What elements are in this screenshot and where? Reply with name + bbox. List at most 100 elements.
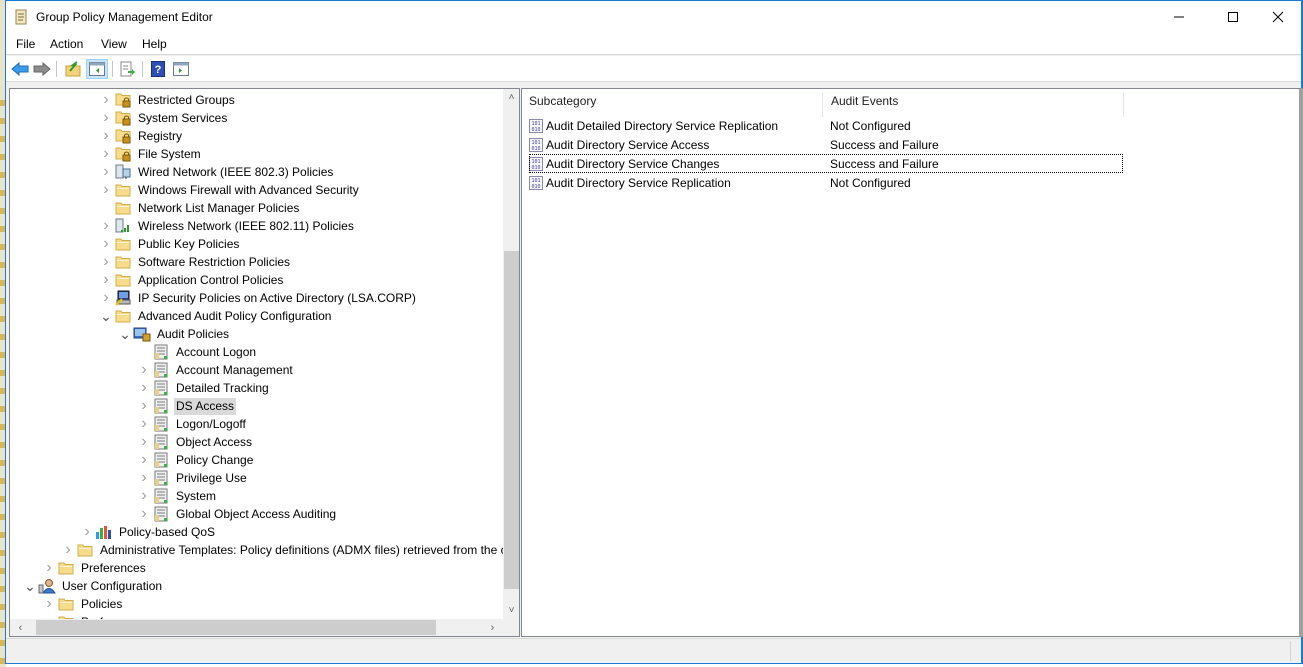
menu-help[interactable]: Help [142, 37, 167, 51]
column-header-subcategory[interactable]: Subcategory [522, 89, 596, 113]
locked-folder-icon [114, 128, 132, 144]
expand-chevron-icon[interactable]: › [60, 541, 76, 559]
vertical-scroll-thumb[interactable] [504, 251, 519, 589]
expand-chevron-icon[interactable]: › [136, 451, 152, 469]
expand-chevron-icon[interactable]: › [98, 181, 114, 199]
back-button[interactable] [9, 59, 31, 79]
tree-item-label: Application Control Policies [138, 272, 284, 287]
expand-chevron-icon[interactable]: › [136, 469, 152, 487]
tree-item[interactable]: › Windows Firewall with Advanced Security [98, 181, 361, 199]
menu-view[interactable]: View [101, 37, 127, 51]
collapse-chevron-icon[interactable]: ⌄ [98, 307, 114, 325]
tree-item-label: DS Access [174, 397, 237, 415]
tree-item[interactable]: › Administrative Templates: Policy defini… [60, 541, 509, 559]
expand-chevron-icon[interactable]: › [136, 415, 152, 433]
scroll-right-button[interactable]: › [484, 619, 501, 636]
tree-item[interactable]: › Wireless Network (IEEE 802.11) Policies [98, 217, 356, 235]
collapse-chevron-icon[interactable]: ⌄ [22, 577, 38, 595]
tree-item[interactable]: Network List Manager Policies [98, 199, 301, 217]
column-divider[interactable] [1123, 93, 1124, 117]
menu-file[interactable]: File [16, 37, 35, 51]
list-row[interactable]: 101 010 Audit Detailed Directory Service R… [529, 116, 1123, 135]
forward-button[interactable] [31, 59, 53, 79]
tree-item[interactable]: › Account Management [136, 361, 295, 379]
expand-chevron-icon[interactable]: › [136, 433, 152, 451]
expand-chevron-icon[interactable]: › [136, 379, 152, 397]
tree-item[interactable]: › Preferences [41, 559, 148, 577]
expand-chevron-icon[interactable]: › [41, 559, 57, 577]
tree-item[interactable]: › Policies [41, 595, 124, 613]
audit-policies-icon [133, 326, 151, 342]
tree-item[interactable]: › Detailed Tracking [136, 379, 271, 397]
expand-chevron-icon[interactable]: › [98, 217, 114, 235]
menu-action[interactable]: Action [50, 37, 83, 51]
column-divider[interactable] [822, 93, 823, 117]
tree-item[interactable]: › Policy-based QoS [79, 523, 217, 541]
tree-item-label: System [176, 488, 217, 503]
export-list-button[interactable] [117, 59, 139, 79]
tree-item[interactable]: › Logon/Logoff [136, 415, 248, 433]
tree-item-label: Advanced Audit Policy Configuration [138, 308, 332, 323]
list-row[interactable]: 101 010 Audit Directory Service Changes Suc… [529, 154, 1123, 173]
column-header-audit-events[interactable]: Audit Events [824, 89, 898, 113]
scroll-up-button[interactable]: ˄ [503, 89, 519, 106]
tree-item[interactable]: › Restricted Groups [98, 91, 237, 109]
tree-item[interactable]: › File System [98, 145, 203, 163]
list-row[interactable]: 101 010 Audit Directory Service Replicatio… [529, 173, 1123, 192]
expand-chevron-icon[interactable]: › [98, 271, 114, 289]
tree-item[interactable]: › System Services [98, 109, 229, 127]
expand-chevron-icon[interactable]: › [98, 109, 114, 127]
tree-item[interactable]: › System [136, 487, 218, 505]
tree-item[interactable]: › Public Key Policies [98, 235, 241, 253]
expand-chevron-icon[interactable]: › [98, 289, 114, 307]
maximize-button[interactable] [1210, 1, 1256, 33]
tree-item-label: Administrative Templates: Policy definit… [100, 542, 507, 557]
tree-item[interactable]: › Registry [98, 127, 184, 145]
show-hide-console-tree-button[interactable] [86, 59, 108, 79]
tree-item[interactable]: › Policy Change [136, 451, 255, 469]
minimize-button[interactable] [1156, 1, 1202, 33]
expand-chevron-icon[interactable]: › [136, 397, 152, 415]
scroll-down-button[interactable]: ˅ [503, 602, 519, 619]
tree-item[interactable]: › Application Control Policies [98, 271, 285, 289]
tree-item[interactable]: ⌄ Audit Policies [117, 325, 231, 343]
tree-item[interactable]: Account Logon [136, 343, 258, 361]
expand-chevron-icon[interactable]: › [98, 163, 114, 181]
tree-item[interactable]: ⌄ Advanced Audit Policy Configuration [98, 307, 333, 325]
tree-vertical-scrollbar[interactable]: ˄ ˅ [503, 89, 519, 619]
expand-chevron-icon[interactable]: › [136, 487, 152, 505]
scroll-left-button[interactable]: ‹ [12, 619, 29, 636]
tree-item[interactable]: › Software Restriction Policies [98, 253, 292, 271]
expand-chevron-icon[interactable]: › [98, 91, 114, 109]
show-hide-action-pane-button[interactable] [170, 59, 192, 79]
tree-item[interactable]: ⌄ User Configuration [22, 577, 164, 595]
tree-item[interactable]: › Privilege Use [136, 469, 249, 487]
tree-item[interactable]: › Wired Network (IEEE 802.3) Policies [98, 163, 335, 181]
expand-chevron-icon[interactable]: › [41, 595, 57, 613]
list-row[interactable]: 101 010 Audit Directory Service Access Succ… [529, 135, 1123, 154]
help-button[interactable]: ? [147, 59, 169, 79]
expand-chevron-icon[interactable]: › [98, 235, 114, 253]
horizontal-scroll-thumb[interactable] [36, 620, 436, 635]
console-tree-pane: › Restricted Groups › System Services › Regis… [9, 88, 520, 637]
qos-chart-icon [95, 524, 113, 540]
arrow-left-icon [11, 62, 29, 76]
expand-chevron-icon[interactable]: › [136, 361, 152, 379]
wired-network-icon [114, 164, 132, 180]
up-one-level-button[interactable] [62, 59, 84, 79]
user-config-icon [38, 578, 56, 594]
expand-chevron-icon[interactable]: › [98, 145, 114, 163]
title-bar[interactable]: Group Policy Management Editor [6, 1, 1301, 33]
expand-chevron-icon[interactable]: › [98, 127, 114, 145]
tree-horizontal-scrollbar[interactable]: ‹ › [10, 619, 503, 636]
folder-up-icon [65, 61, 81, 77]
collapse-chevron-icon[interactable]: ⌄ [117, 325, 133, 343]
tree-item[interactable]: › Global Object Access Auditing [136, 505, 338, 523]
close-button[interactable] [1255, 1, 1301, 33]
tree-item[interactable]: › DS Access [136, 397, 237, 415]
tree-item[interactable]: › IP Security Policies on Active Director… [98, 289, 418, 307]
expand-chevron-icon[interactable]: › [136, 505, 152, 523]
expand-chevron-icon[interactable]: › [98, 253, 114, 271]
expand-chevron-icon[interactable]: › [79, 523, 95, 541]
tree-item[interactable]: › Object Access [136, 433, 254, 451]
